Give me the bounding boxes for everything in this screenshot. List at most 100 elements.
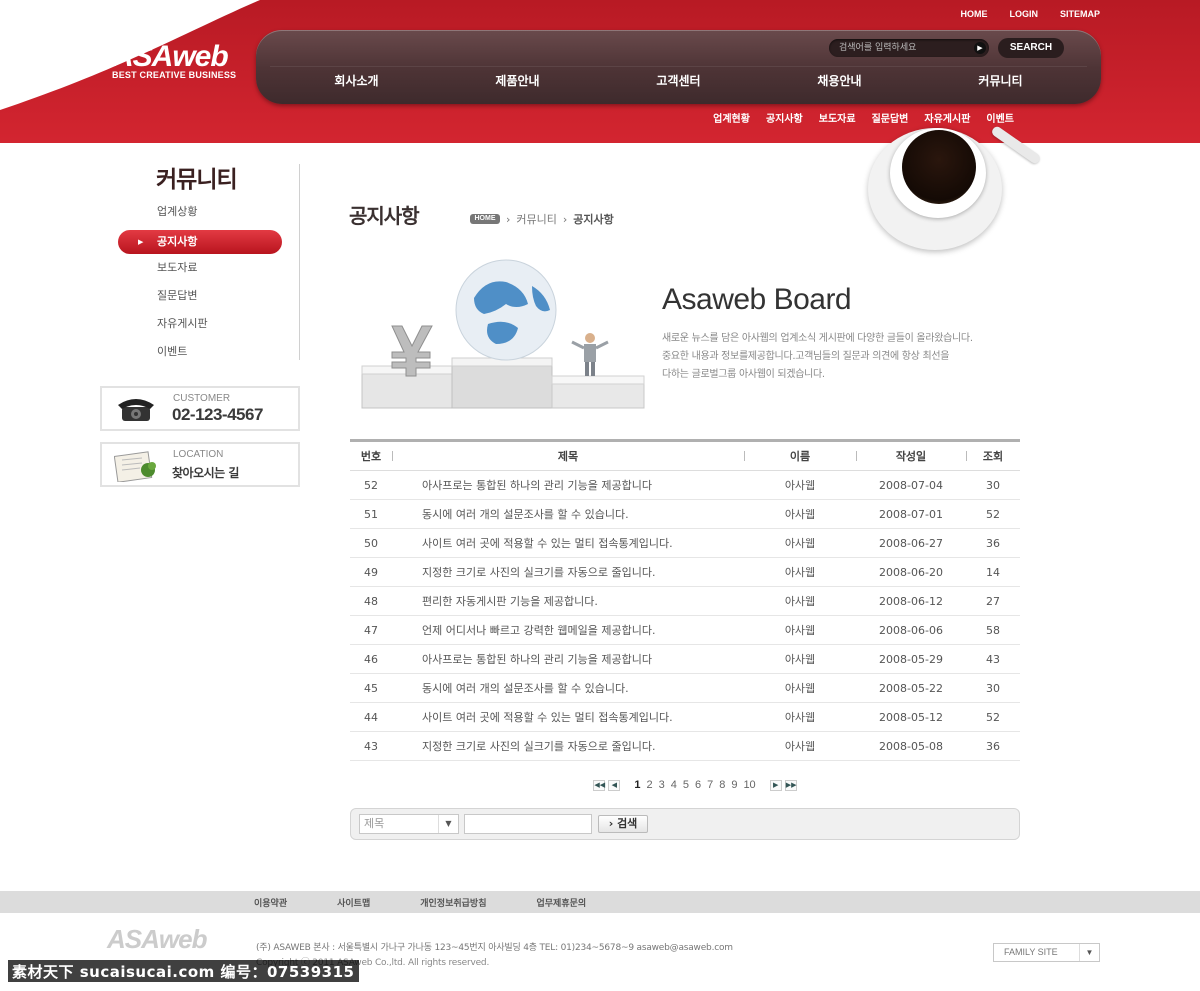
page-number[interactable]: 5 [681, 779, 691, 791]
table-row[interactable]: 44 사이트 여러 곳에 적용할 수 있는 멀티 접속통계입니다. 아사웹 2008-… [350, 703, 1020, 732]
nav-item-community[interactable]: 커뮤니티 [978, 72, 1022, 89]
chevron-down-icon: ▼ [1079, 944, 1099, 961]
row-title[interactable]: 동시에 여러 개의 설문조사를 할 수 있습니다. [392, 506, 744, 522]
table-row[interactable]: 46 아사프로는 통합된 하나의 관리 기능을 제공합니다 아사웹 2008-05-2… [350, 645, 1020, 674]
column-header-number: 번호 [360, 450, 382, 463]
chevron-down-icon: ▼ [438, 815, 458, 833]
next-page-icon[interactable]: ▶ [769, 779, 782, 791]
row-date: 2008-06-20 [879, 565, 943, 579]
row-views: 36 [986, 739, 1000, 753]
board-search-button[interactable]: › 검색 [598, 815, 648, 833]
row-title[interactable]: 아사프로는 통합된 하나의 관리 기능을 제공합니다 [392, 477, 744, 493]
sidebar-item-press[interactable]: 보도자료 [118, 256, 282, 284]
top-link-sitemap[interactable]: SITEMAP [1060, 9, 1100, 19]
table-row[interactable]: 49 지정한 크기로 사진의 실크기를 자동으로 줄입니다. 아사웹 2008-06-… [350, 558, 1020, 587]
sidebar-item-notice[interactable]: ▶ 공지사항 [118, 230, 282, 254]
row-number: 49 [364, 565, 378, 579]
header-search-input[interactable] [839, 41, 967, 55]
page-number[interactable]: 2 [644, 779, 654, 791]
table-row[interactable]: 48 편리한 자동게시판 기능을 제공합니다. 아사웹 2008-06-12 27 [350, 587, 1020, 616]
sidebar-item-label: 보도자료 [157, 261, 198, 274]
sidebar-item-event[interactable]: 이벤트 [118, 340, 282, 368]
subnav-item-industry[interactable]: 업계현황 [713, 110, 750, 125]
row-title[interactable]: 언제 어디서나 빠르고 강력한 웹메일을 제공합니다. [392, 622, 744, 638]
page-number[interactable]: 7 [705, 779, 715, 791]
family-site-select[interactable]: FAMILY SITE ▼ [993, 943, 1100, 962]
sidebar-item-industry[interactable]: 업계상황 [118, 200, 282, 228]
row-number: 48 [364, 594, 378, 608]
header-search-button[interactable]: SEARCH [998, 38, 1064, 58]
search-field-select[interactable]: 제목 ▼ [359, 814, 459, 834]
subnav-item-qna[interactable]: 질문답변 [872, 110, 909, 125]
row-number: 52 [364, 478, 378, 492]
row-title[interactable]: 편리한 자동게시판 기능을 제공합니다. [392, 593, 744, 609]
nav-item-customer-center[interactable]: 고객센터 [656, 72, 700, 89]
nav-item-products[interactable]: 제품안내 [495, 72, 539, 89]
page-number[interactable]: 6 [693, 779, 703, 791]
chevron-right-icon: › [562, 212, 568, 226]
coffee [902, 130, 976, 204]
row-views: 36 [986, 536, 1000, 550]
subnav-item-free-board[interactable]: 자유게시판 [924, 110, 970, 125]
brand-logo[interactable]: ASAweb BEST CREATIVE BUSINESS [112, 40, 362, 80]
first-page-icon[interactable]: ◀◀ [593, 779, 606, 791]
page-number[interactable]: 1 [632, 779, 642, 791]
last-page-icon[interactable]: ▶▶ [784, 779, 797, 791]
location-box[interactable]: LOCATION 찾아오시는 길 [100, 442, 300, 487]
row-title[interactable]: 사이트 여러 곳에 적용할 수 있는 멀티 접속통계입니다. [392, 535, 744, 551]
footer-link-sitemap[interactable]: 사이트맵 [337, 896, 370, 909]
row-date: 2008-05-22 [879, 681, 943, 695]
subnav-item-notice[interactable]: 공지사항 [766, 110, 803, 125]
main-navigation: ▶ SEARCH 회사소개 제품안내 고객센터 채용안내 커뮤니티 [256, 30, 1101, 104]
top-link-home[interactable]: HOME [960, 9, 987, 19]
top-link-login[interactable]: LOGIN [1009, 9, 1038, 19]
row-date: 2008-07-04 [879, 478, 943, 492]
footer-link-terms[interactable]: 이용약관 [254, 896, 287, 909]
row-title[interactable]: 동시에 여러 개의 설문조사를 할 수 있습니다. [392, 680, 744, 696]
row-title[interactable]: 아사프로는 통합된 하나의 관리 기능을 제공합니다 [392, 651, 744, 667]
table-row[interactable]: 50 사이트 여러 곳에 적용할 수 있는 멀티 접속통계입니다. 아사웹 2008-… [350, 529, 1020, 558]
page-number[interactable]: 8 [717, 779, 727, 791]
page-numbers: 1 2 3 4 5 6 7 8 9 10 [632, 779, 757, 791]
board-search-input[interactable] [464, 814, 592, 834]
breadcrumb-home[interactable]: HOME [470, 214, 500, 224]
table-row[interactable]: 51 동시에 여러 개의 설문조사를 할 수 있습니다. 아사웹 2008-07-01… [350, 500, 1020, 529]
sidebar-item-label: 자유게시판 [157, 317, 208, 330]
sidebar-item-label: 이벤트 [157, 345, 188, 358]
watermark: 素材天下 sucaisucai.com 编号：07539315 [8, 960, 359, 982]
sub-navigation: 업계현황 공지사항 보도자료 질문답변 자유게시판 이벤트 [713, 110, 1014, 125]
row-views: 52 [986, 710, 1000, 724]
column-header-name: 이름 [744, 448, 856, 464]
chevron-right-icon: › [506, 212, 511, 226]
row-title[interactable]: 사이트 여러 곳에 적용할 수 있는 멀티 접속통계입니다. [392, 709, 744, 725]
sidebar-item-free-board[interactable]: 자유게시판 [118, 312, 282, 340]
footer-link-partnership[interactable]: 업무제휴문의 [537, 896, 587, 909]
board-description-line: 다하는 글로벌그룹 아사웹이 되겠습니다. [662, 369, 825, 380]
nav-item-recruit[interactable]: 채용안내 [817, 72, 861, 89]
row-title[interactable]: 지정한 크기로 사진의 실크기를 자동으로 줄입니다. [392, 564, 744, 580]
table-row[interactable]: 52 아사프로는 통합된 하나의 관리 기능을 제공합니다 아사웹 2008-07-0… [350, 471, 1020, 500]
row-date: 2008-06-27 [879, 536, 943, 550]
table-row[interactable]: 47 언제 어디서나 빠르고 강력한 웹메일을 제공합니다. 아사웹 2008-06-… [350, 616, 1020, 645]
page-number[interactable]: 9 [729, 779, 739, 791]
page-number[interactable]: 3 [657, 779, 667, 791]
nav-item-company[interactable]: 회사소개 [334, 72, 378, 89]
search-go-icon[interactable]: ▶ [974, 42, 986, 54]
breadcrumb-section[interactable]: 커뮤니티 [516, 211, 556, 227]
subnav-item-event[interactable]: 이벤트 [986, 110, 1014, 125]
column-header-title: 제목 [392, 448, 744, 464]
row-title[interactable]: 지정한 크기로 사진의 실크기를 자동으로 줄입니다. [392, 738, 744, 754]
top-links: HOME LOGIN SITEMAP [960, 9, 1100, 19]
subnav-item-press[interactable]: 보도자료 [819, 110, 856, 125]
customer-box[interactable]: CUSTOMER 02-123-4567 [100, 386, 300, 431]
table-row[interactable]: 43 지정한 크기로 사진의 실크기를 자동으로 줄입니다. 아사웹 2008-05-… [350, 732, 1020, 761]
sidebar-item-qna[interactable]: 질문답변 [118, 284, 282, 312]
page-number[interactable]: 10 [741, 779, 757, 791]
prev-page-icon[interactable]: ◀ [608, 779, 621, 791]
footer-link-privacy[interactable]: 개인정보취급방침 [420, 896, 486, 909]
footer-bar [0, 891, 1200, 913]
row-date: 2008-07-01 [879, 507, 943, 521]
row-author: 아사웹 [784, 740, 816, 753]
table-row[interactable]: 45 동시에 여러 개의 설문조사를 할 수 있습니다. 아사웹 2008-05-22… [350, 674, 1020, 703]
page-number[interactable]: 4 [669, 779, 679, 791]
